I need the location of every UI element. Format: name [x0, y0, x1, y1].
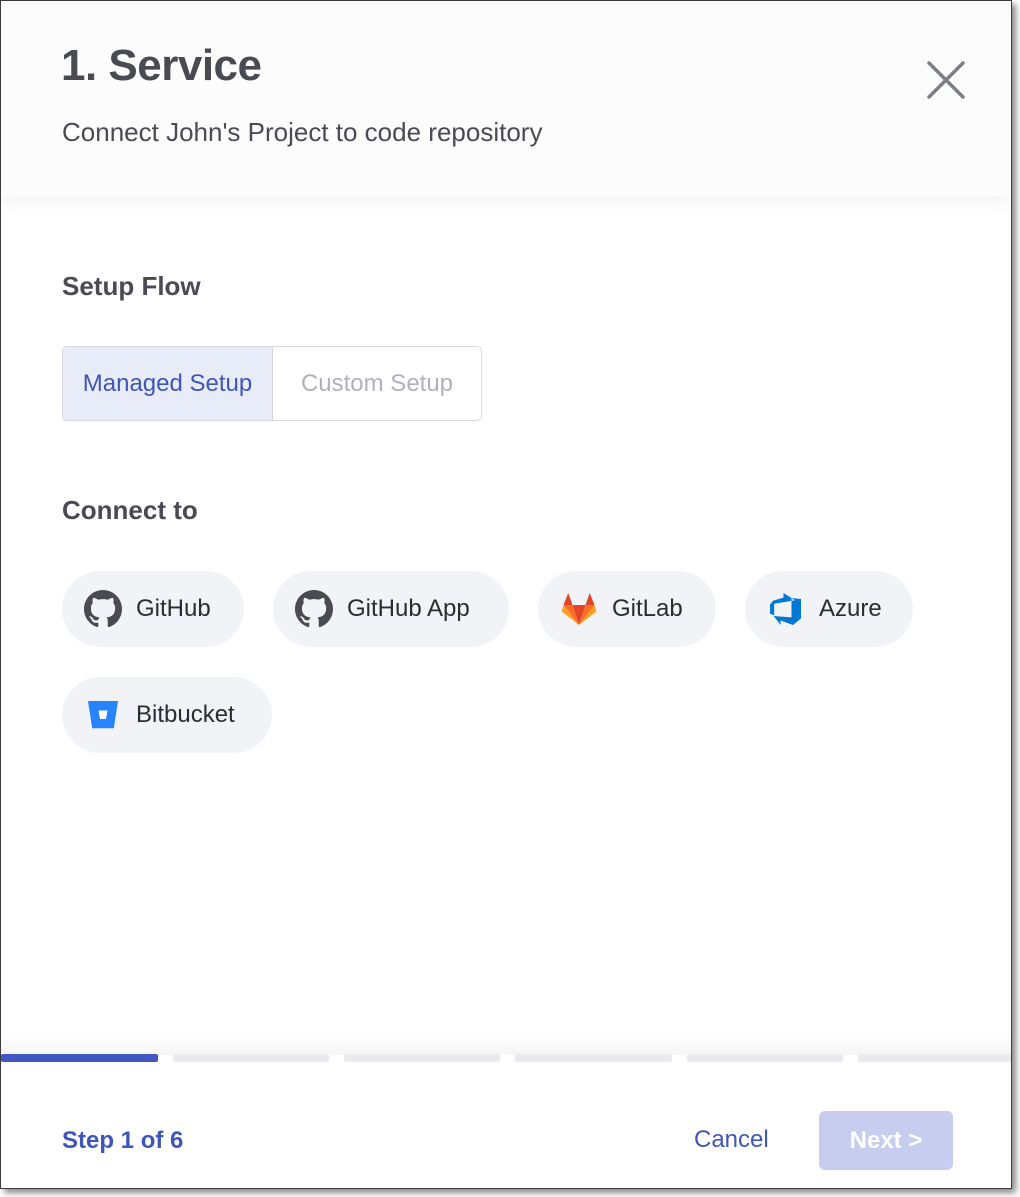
provider-label: Bitbucket — [136, 701, 235, 728]
custom-setup-option[interactable]: Custom Setup — [273, 347, 481, 420]
close-button[interactable] — [923, 57, 969, 103]
setup-flow-label: Setup Flow — [62, 271, 201, 301]
provider-gitlab-button[interactable]: GitLab — [538, 571, 716, 647]
footer-divider — [1, 1031, 1011, 1055]
progress-segment-2 — [173, 1054, 329, 1062]
provider-label: GitHub — [136, 595, 211, 622]
connect-to-label: Connect to — [62, 495, 198, 525]
page-title: 1. Service — [61, 41, 262, 90]
setup-flow-toggle: Managed Setup Custom Setup — [62, 346, 482, 421]
close-icon — [927, 61, 965, 99]
modal-header: 1. Service Connect John's Project to cod… — [1, 1, 1011, 197]
managed-setup-option[interactable]: Managed Setup — [63, 347, 273, 420]
bitbucket-icon — [84, 696, 122, 734]
provider-github-app-button[interactable]: GitHub App — [273, 571, 509, 647]
next-button[interactable]: Next > — [819, 1111, 953, 1170]
progress-segment-6 — [858, 1054, 1011, 1062]
progress-segment-5 — [687, 1054, 843, 1062]
service-setup-modal: 1. Service Connect John's Project to cod… — [0, 0, 1012, 1189]
provider-bitbucket-button[interactable]: Bitbucket — [62, 677, 272, 753]
gitlab-icon — [560, 590, 598, 628]
cancel-button[interactable]: Cancel — [694, 1126, 769, 1154]
provider-azure-button[interactable]: Azure — [745, 571, 913, 647]
progress-segment-1 — [1, 1054, 158, 1062]
azure-icon — [767, 590, 805, 628]
page-subtitle: Connect John's Project to code repositor… — [62, 117, 543, 147]
provider-github-button[interactable]: GitHub — [62, 571, 244, 647]
progress-segment-4 — [515, 1054, 672, 1062]
provider-label: GitHub App — [347, 595, 470, 622]
provider-label: GitLab — [612, 595, 683, 622]
progress-segment-3 — [344, 1054, 500, 1062]
step-indicator: Step 1 of 6 — [62, 1127, 184, 1154]
provider-label: Azure — [819, 595, 882, 622]
github-icon — [84, 590, 122, 628]
github-icon — [295, 590, 333, 628]
